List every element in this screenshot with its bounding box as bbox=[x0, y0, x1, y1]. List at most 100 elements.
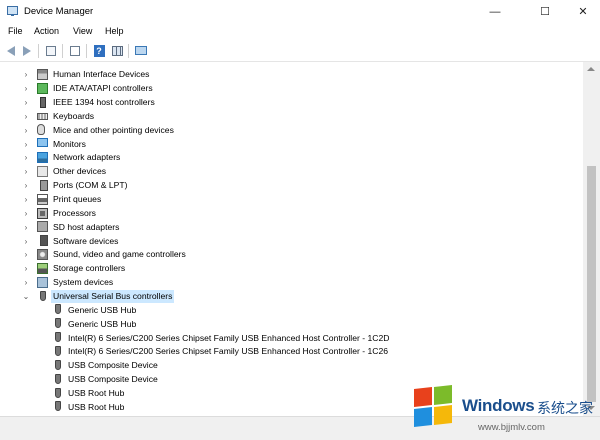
menu-view[interactable]: View bbox=[73, 26, 92, 36]
tree-category-label: Software devices bbox=[53, 235, 119, 246]
watermark-brand: Windows bbox=[462, 396, 535, 415]
usb-device-icon bbox=[55, 359, 61, 370]
usb-device-icon bbox=[55, 318, 61, 329]
chevron-right-icon[interactable]: › bbox=[22, 96, 30, 109]
tree-device-label: USB Root Hub bbox=[68, 387, 125, 398]
tree-device-label: USB Composite Device bbox=[68, 374, 158, 385]
chevron-right-icon[interactable]: › bbox=[22, 82, 30, 95]
maximize-button[interactable]: ☐ bbox=[530, 0, 560, 23]
sys-device-icon bbox=[37, 276, 48, 288]
tree-category-row[interactable]: › IEEE 1394 host controllers bbox=[0, 96, 583, 110]
tree-device-row[interactable]: Intel(R) 6 Series/C200 Series Chipset Fa… bbox=[0, 345, 583, 359]
chevron-right-icon[interactable]: › bbox=[22, 110, 30, 123]
chevron-right-icon[interactable]: › bbox=[22, 262, 30, 275]
chevron-right-icon[interactable]: › bbox=[22, 248, 30, 261]
tree-category-row[interactable]: › Keyboards bbox=[0, 110, 583, 124]
tree-category-label: Ports (COM & LPT) bbox=[53, 180, 128, 191]
tree-category-row[interactable]: › Processors bbox=[0, 207, 583, 221]
vertical-scrollbar[interactable] bbox=[583, 62, 600, 416]
sound-device-icon bbox=[37, 249, 48, 261]
ide-device-icon bbox=[37, 82, 48, 94]
toolbar-separator bbox=[86, 44, 87, 58]
tree-category-label: Keyboards bbox=[53, 110, 95, 121]
tree-category-label: Sound, video and game controllers bbox=[53, 249, 186, 260]
device-manager-app-icon bbox=[7, 6, 18, 16]
properties-icon bbox=[46, 45, 56, 56]
usb-device-icon bbox=[55, 373, 61, 384]
tree-category-row[interactable]: › Ports (COM & LPT) bbox=[0, 179, 583, 193]
chevron-right-icon[interactable]: › bbox=[22, 179, 30, 192]
usb-device-icon bbox=[40, 290, 46, 301]
tree-device-label: Intel(R) 6 Series/C200 Series Chipset Fa… bbox=[68, 346, 389, 357]
back-arrow-icon bbox=[7, 45, 15, 56]
tree-device-row[interactable]: Generic USB Hub bbox=[0, 317, 583, 331]
tree-device-row[interactable]: USB Composite Device bbox=[0, 359, 583, 373]
forward-button[interactable] bbox=[20, 44, 34, 57]
chevron-right-icon[interactable]: › bbox=[22, 138, 30, 151]
chevron-right-icon[interactable]: › bbox=[22, 276, 30, 289]
other-device-icon bbox=[37, 165, 48, 177]
tree-category-row[interactable]: › Network adapters bbox=[0, 151, 583, 165]
tree-device-label: Intel(R) 6 Series/C200 Series Chipset Fa… bbox=[68, 332, 390, 343]
toolbar-separator bbox=[38, 44, 39, 58]
tree-device-row[interactable]: Generic USB Hub bbox=[0, 303, 583, 317]
chevron-right-icon[interactable]: › bbox=[22, 235, 30, 248]
tree-device-label: USB Root Hub bbox=[68, 401, 125, 412]
menu-bar: File Action View Help bbox=[0, 23, 600, 41]
tree-category-row[interactable]: › Human Interface Devices bbox=[0, 68, 583, 82]
kbd-device-icon bbox=[37, 112, 48, 120]
chevron-down-icon[interactable]: ⌄ bbox=[22, 290, 30, 303]
tree-device-label: USB Composite Device bbox=[68, 360, 158, 371]
scrollbar-thumb[interactable] bbox=[587, 166, 596, 402]
window-title: Device Manager bbox=[24, 6, 94, 17]
chevron-right-icon[interactable]: › bbox=[22, 193, 30, 206]
stor-device-icon bbox=[37, 262, 48, 274]
tree-device-row[interactable]: Intel(R) 6 Series/C200 Series Chipset Fa… bbox=[0, 331, 583, 345]
chevron-right-icon[interactable]: › bbox=[22, 165, 30, 178]
tree-category-label: Print queues bbox=[53, 194, 102, 205]
minimize-button[interactable]: — bbox=[480, 0, 510, 23]
tree-category-label: IEEE 1394 host controllers bbox=[53, 97, 155, 108]
close-button[interactable]: ✕ bbox=[568, 0, 598, 23]
menu-file[interactable]: File bbox=[8, 26, 23, 36]
device-tree: › Human Interface Devices › IDE ATA/ATAPI c… bbox=[0, 68, 583, 415]
properties-button[interactable] bbox=[68, 44, 82, 57]
chevron-right-icon[interactable]: › bbox=[22, 151, 30, 164]
help-button[interactable]: ? bbox=[92, 44, 106, 57]
tree-category-row[interactable]: › Mice and other pointing devices bbox=[0, 123, 583, 137]
tree-category-label: Mice and other pointing devices bbox=[53, 124, 174, 135]
watermark-brand-cn: 系统之家 bbox=[537, 400, 593, 416]
tree-category-label: System devices bbox=[53, 277, 114, 288]
chevron-right-icon[interactable]: › bbox=[22, 207, 30, 220]
tree-category-row[interactable]: › IDE ATA/ATAPI controllers bbox=[0, 82, 583, 96]
tree-category-row[interactable]: › Sound, video and game controllers bbox=[0, 248, 583, 262]
chevron-right-icon[interactable]: › bbox=[22, 221, 30, 234]
back-button[interactable] bbox=[4, 44, 18, 57]
menu-action[interactable]: Action bbox=[34, 26, 59, 36]
tree-category-row[interactable]: › Storage controllers bbox=[0, 262, 583, 276]
watermark: Windows 系统之家 www.bjjmlv.com bbox=[410, 380, 600, 439]
tree-category-row[interactable]: › SD host adapters bbox=[0, 220, 583, 234]
mouse-device-icon bbox=[37, 124, 45, 136]
usb-device-icon bbox=[55, 346, 61, 356]
tree-category-row[interactable]: › Software devices bbox=[0, 234, 583, 248]
tree-category-row[interactable]: › Print queues bbox=[0, 193, 583, 207]
mon-device-icon bbox=[37, 138, 48, 148]
scan-hardware-button[interactable] bbox=[134, 44, 148, 57]
menu-help[interactable]: Help bbox=[105, 26, 124, 36]
tree-category-label: Universal Serial Bus controllers bbox=[51, 289, 175, 303]
tree-category-row[interactable]: › System devices bbox=[0, 276, 583, 290]
tree-category-row[interactable]: › Monitors bbox=[0, 137, 583, 151]
chevron-right-icon[interactable]: › bbox=[22, 68, 30, 81]
show-hide-tree-button[interactable] bbox=[44, 44, 58, 57]
toolbar-separator bbox=[128, 44, 129, 58]
hid-device-icon bbox=[37, 69, 48, 80]
windows-logo-icon bbox=[414, 385, 454, 428]
view-button[interactable] bbox=[110, 44, 124, 57]
tree-category-row[interactable]: ⌄ Universal Serial Bus controllers bbox=[0, 289, 583, 304]
chevron-right-icon[interactable]: › bbox=[22, 124, 30, 137]
scroll-up-icon[interactable] bbox=[587, 67, 595, 71]
tree-category-row[interactable]: › Other devices bbox=[0, 165, 583, 179]
tree-device-label: Generic USB Hub bbox=[68, 318, 137, 329]
sw-device-icon bbox=[40, 235, 48, 247]
